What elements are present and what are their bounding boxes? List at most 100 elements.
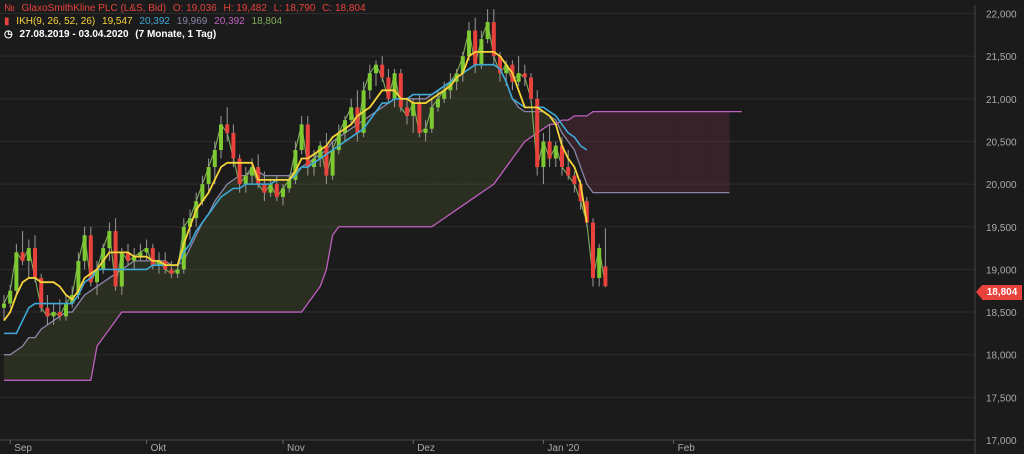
cloud-segment bbox=[221, 184, 228, 313]
cloud-segment bbox=[444, 81, 451, 219]
candle-body bbox=[597, 248, 602, 278]
cloud-segment bbox=[103, 277, 110, 338]
candle-body bbox=[566, 167, 571, 176]
y-tick-label: 20,000 bbox=[986, 180, 1017, 191]
candle-body bbox=[572, 175, 577, 185]
y-tick-label: 22,000 bbox=[986, 10, 1017, 21]
candle-body bbox=[287, 179, 292, 189]
indicator-label: IKH(9, 26, 52, 26) bbox=[16, 16, 96, 27]
y-tick-label: 18,500 bbox=[986, 308, 1017, 319]
cloud-segment bbox=[134, 260, 141, 313]
price-chart[interactable]: 22,000 21,500 21,000 20,500 20,000 19,500 19,0… bbox=[0, 0, 1024, 454]
y-tick-label: 19,000 bbox=[986, 265, 1017, 276]
cloud-segment bbox=[233, 175, 240, 313]
cloud-segment bbox=[47, 320, 54, 381]
cloud-segment bbox=[16, 346, 23, 381]
candle-body bbox=[386, 77, 391, 99]
cloud-segment bbox=[475, 64, 482, 197]
candle-body bbox=[591, 222, 595, 278]
cloud-segment bbox=[500, 68, 507, 176]
chikou-value: 18,804 bbox=[251, 16, 283, 27]
cloud-segment bbox=[4, 354, 11, 381]
legend-indicator: ▮ IKH(9, 26, 52, 26) 19,547 20,392 19,96… bbox=[4, 16, 286, 27]
cloud-segment bbox=[41, 324, 48, 381]
y-tick-label: 17,000 bbox=[986, 436, 1017, 447]
cloud-segment bbox=[382, 103, 389, 227]
cloud-segment bbox=[295, 167, 302, 313]
kijun-value: 20,392 bbox=[139, 16, 170, 27]
cloud-segment bbox=[487, 64, 494, 189]
cloud-segment bbox=[710, 111, 717, 193]
candle-body bbox=[169, 269, 174, 274]
cloud-segment bbox=[84, 290, 91, 381]
cloud-segment bbox=[66, 312, 73, 381]
cloud-segment bbox=[369, 111, 376, 227]
cloud-segment bbox=[59, 312, 66, 381]
low-value: L: 18,790 bbox=[273, 3, 316, 14]
cloud-segment bbox=[214, 192, 221, 313]
cloud-segment bbox=[400, 98, 407, 227]
cloud-segment bbox=[524, 111, 531, 142]
candle-body bbox=[26, 248, 31, 261]
candle-body bbox=[2, 303, 6, 308]
candle-body bbox=[243, 175, 248, 185]
x-tick-label: Dez bbox=[417, 443, 435, 454]
cloud-segment bbox=[10, 350, 17, 381]
candle-body bbox=[603, 266, 608, 287]
candle-body bbox=[349, 107, 354, 121]
cloud-segment bbox=[704, 111, 711, 193]
cloud-segment bbox=[307, 158, 314, 304]
candle-body bbox=[392, 73, 397, 99]
candle-body bbox=[175, 269, 180, 274]
candle-body bbox=[33, 248, 37, 278]
candle-body bbox=[423, 128, 428, 133]
cloud-segment bbox=[648, 111, 655, 193]
candle-body bbox=[231, 132, 236, 159]
cloud-segment bbox=[636, 111, 643, 193]
candle-body bbox=[355, 107, 360, 133]
cloud-segment bbox=[264, 175, 271, 313]
candle-body bbox=[82, 235, 87, 261]
candle-body bbox=[436, 98, 440, 108]
high-value: H: 19,482 bbox=[223, 3, 267, 14]
cloud-segment bbox=[388, 98, 395, 227]
cloud-segment bbox=[692, 111, 699, 193]
cloud-segment bbox=[450, 77, 457, 214]
candle-body bbox=[417, 103, 422, 133]
candle-body bbox=[547, 141, 552, 159]
cloud-segment bbox=[252, 171, 259, 313]
cloud-segment bbox=[394, 98, 401, 227]
cloud-segment bbox=[655, 111, 662, 193]
candle-body bbox=[343, 120, 347, 133]
cloud-segment bbox=[469, 64, 476, 202]
x-tick-label: Feb bbox=[678, 443, 696, 454]
cloud-segment bbox=[493, 64, 500, 185]
cloud-segment bbox=[245, 171, 252, 313]
cloud-segment bbox=[72, 303, 79, 381]
candle-body bbox=[144, 248, 149, 253]
legend-instrument: № GlaxoSmithKline PLC (L&S, Bid) O: 19,0… bbox=[4, 3, 370, 14]
candle-body bbox=[268, 184, 273, 193]
cloud-segment bbox=[314, 154, 321, 295]
cloud-segment bbox=[202, 213, 209, 313]
cloud-segment bbox=[667, 111, 674, 193]
cloud-segment bbox=[345, 128, 352, 227]
candle-body bbox=[8, 290, 13, 304]
cloud-segment bbox=[481, 64, 488, 193]
cloud-segment bbox=[723, 111, 730, 193]
candle-body bbox=[64, 303, 68, 317]
cloud-segment bbox=[673, 111, 680, 193]
cloud-segment bbox=[624, 111, 631, 193]
candle-body bbox=[274, 184, 279, 197]
x-tick-label: Nov bbox=[287, 443, 305, 454]
span-b-value: 20,392 bbox=[214, 16, 245, 27]
candle-body bbox=[212, 150, 217, 168]
candle-body bbox=[150, 248, 155, 266]
cloud-segment bbox=[642, 111, 649, 193]
candle-body bbox=[225, 124, 230, 133]
y-tick-label: 19,500 bbox=[986, 223, 1017, 234]
instrument-name: GlaxoSmithKline PLC (L&S, Bid) bbox=[21, 3, 167, 14]
cloud-segment bbox=[679, 111, 686, 193]
candle-body bbox=[405, 107, 409, 116]
span-a-value: 19,969 bbox=[176, 16, 208, 27]
